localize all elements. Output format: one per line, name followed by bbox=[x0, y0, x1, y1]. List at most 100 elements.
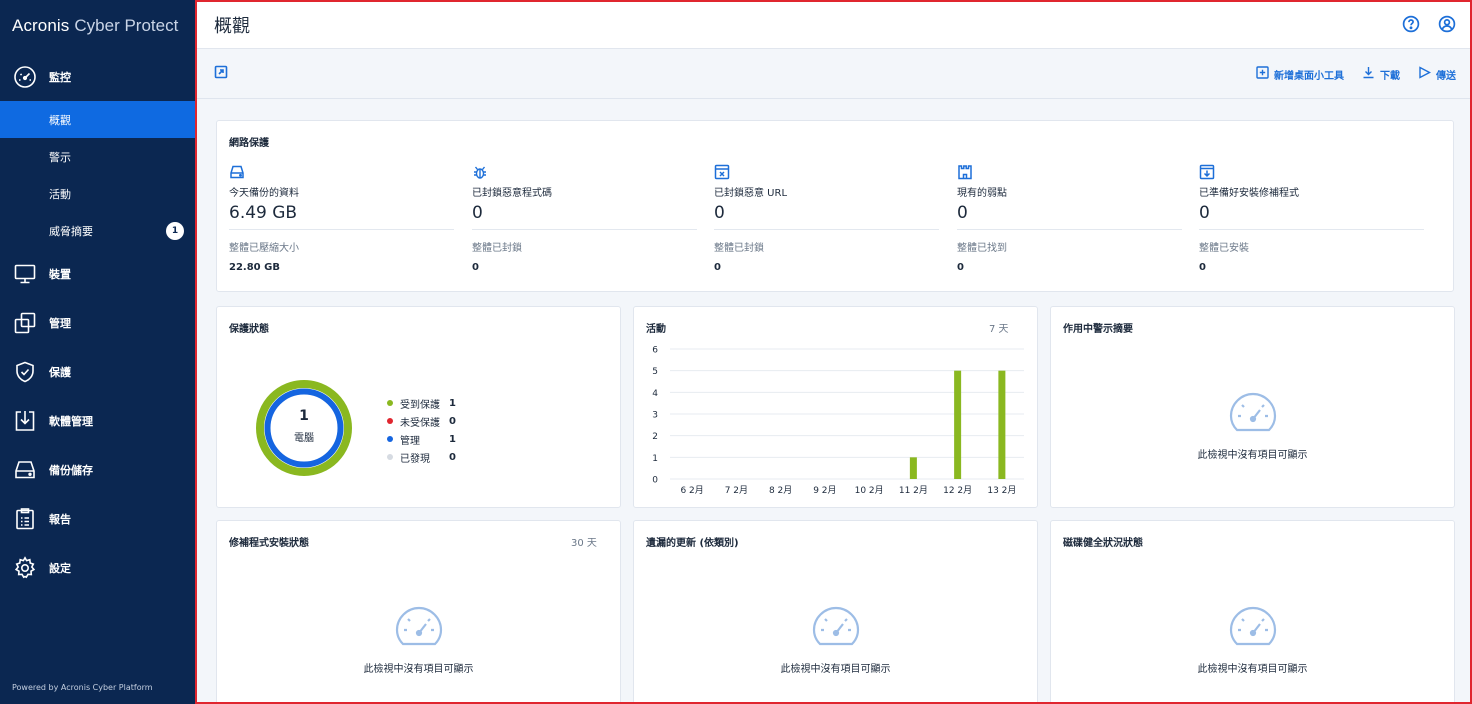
empty-text: 此檢視中沒有項目可顯示 bbox=[363, 664, 474, 675]
account-icon[interactable] bbox=[1438, 15, 1456, 37]
empty-state: 此檢視中沒有項目可顯示 bbox=[634, 606, 1037, 675]
nav-settings[interactable]: 設定 bbox=[0, 543, 195, 592]
help-icon[interactable] bbox=[1402, 15, 1420, 37]
legend-value: 1 bbox=[449, 397, 456, 409]
nav-backup-label: 備份儲存 bbox=[49, 463, 93, 477]
nav-management[interactable]: 管理 bbox=[0, 298, 195, 347]
nav-monitoring[interactable]: 監控 bbox=[0, 52, 195, 101]
x-tick-label: 10 2月 bbox=[855, 485, 884, 496]
nav-software-management[interactable]: 軟體管理 bbox=[0, 396, 195, 445]
stat-subvalue: 0 bbox=[714, 262, 721, 273]
y-tick-label: 5 bbox=[652, 367, 658, 377]
add-widget-button[interactable]: 新增桌面小工具 bbox=[1256, 66, 1344, 82]
activity-bar[interactable] bbox=[909, 457, 917, 479]
top-bar: 概觀 bbox=[197, 2, 1470, 49]
divider bbox=[229, 229, 454, 230]
donut-center-value: 1 bbox=[299, 408, 309, 424]
stat-value: 6.49 GB bbox=[229, 203, 298, 223]
nav-backup-storage[interactable]: 備份儲存 bbox=[0, 445, 195, 494]
protection-donut[interactable] bbox=[254, 376, 354, 480]
blocked-url-icon bbox=[714, 164, 939, 181]
patch-status-widget: 修補程式安裝狀態 30 天 此檢視中沒有項目可顯示 bbox=[216, 520, 621, 702]
stat-blocked-malware: 已封鎖惡意程式碼 0 整體已封鎖 0 bbox=[472, 164, 697, 273]
nav-software-label: 軟體管理 bbox=[49, 414, 93, 428]
storage-icon bbox=[12, 457, 38, 483]
legend-value: 1 bbox=[449, 433, 456, 445]
send-button[interactable]: 傳送 bbox=[1418, 66, 1456, 82]
sidebar-item-threat-feed[interactable]: 威脅摘要 1 bbox=[0, 212, 195, 249]
legend-dot bbox=[387, 436, 393, 442]
x-tick-label: 7 2月 bbox=[725, 485, 748, 496]
protection-legend: 受到保護 1 未受保護 0 管理 1 已發現 0 bbox=[387, 394, 456, 466]
empty-gauge-icon bbox=[812, 606, 860, 654]
nav-devices[interactable]: 裝置 bbox=[0, 249, 195, 298]
divider bbox=[472, 229, 697, 230]
empty-gauge-icon bbox=[1229, 392, 1277, 440]
x-tick-label: 9 2月 bbox=[813, 485, 836, 496]
empty-state: 此檢視中沒有項目可顯示 bbox=[217, 606, 620, 675]
fullscreen-icon[interactable] bbox=[214, 64, 228, 83]
legend-item-unprotected[interactable]: 未受保護 0 bbox=[387, 412, 456, 430]
nav-protection[interactable]: 保護 bbox=[0, 347, 195, 396]
gear-icon bbox=[12, 555, 38, 581]
active-alerts-title: 作用中警示摘要 bbox=[1063, 324, 1133, 335]
x-tick-label: 6 2月 bbox=[680, 485, 703, 496]
nav-reports-label: 報告 bbox=[49, 512, 71, 526]
divider bbox=[957, 229, 1182, 230]
stat-backed-up-today: 今天備份的資料 6.49 GB 整體已壓縮大小 22.80 GB bbox=[229, 164, 454, 273]
protection-status-widget: 保護狀態 1 電腦 受到保護 1 未受保護 0 管理 1 已發現 0 bbox=[216, 306, 621, 508]
download-button[interactable]: 下載 bbox=[1362, 66, 1400, 82]
brand-logo[interactable]: Acronis Cyber Protect bbox=[0, 0, 195, 52]
legend-dot bbox=[387, 400, 393, 406]
legend-item-managed[interactable]: 管理 1 bbox=[387, 430, 456, 448]
dashboard-toolbar: 新增桌面小工具 下載 傳送 bbox=[197, 49, 1470, 99]
castle-icon bbox=[957, 164, 1182, 181]
software-icon bbox=[12, 408, 38, 434]
activity-bar[interactable] bbox=[998, 370, 1006, 479]
stat-sublabel: 整體已找到 bbox=[957, 243, 1007, 254]
manage-icon bbox=[12, 310, 38, 336]
stat-subvalue: 0 bbox=[1199, 262, 1206, 273]
active-alerts-widget: 作用中警示摘要 此檢視中沒有項目可顯示 bbox=[1050, 306, 1455, 508]
brand-primary: Acronis bbox=[12, 16, 70, 35]
sidebar: Acronis Cyber Protect 監控 概觀 警示 活動 威脅摘要 1… bbox=[0, 0, 195, 704]
legend-item-discovered[interactable]: 已發現 0 bbox=[387, 448, 456, 466]
send-label: 傳送 bbox=[1436, 70, 1456, 82]
sidebar-item-overview[interactable]: 概觀 bbox=[0, 101, 195, 138]
drive-icon bbox=[229, 164, 454, 181]
report-icon bbox=[12, 506, 38, 532]
y-tick-label: 4 bbox=[652, 389, 658, 399]
nav-monitoring-label: 監控 bbox=[49, 70, 71, 84]
missing-updates-title: 遺漏的更新 (依類別) bbox=[646, 538, 739, 549]
stat-label: 已準備好安裝修補程式 bbox=[1199, 188, 1299, 199]
stat-vulnerabilities: 現有的弱點 0 整體已找到 0 bbox=[957, 164, 1182, 273]
stat-label: 現有的弱點 bbox=[957, 188, 1007, 199]
patch-status-title: 修補程式安裝狀態 bbox=[229, 538, 309, 549]
y-tick-label: 0 bbox=[652, 476, 658, 486]
sidebar-item-threat-feed-label: 威脅摘要 bbox=[49, 224, 93, 238]
stat-value: 0 bbox=[957, 203, 968, 223]
sidebar-item-activities[interactable]: 活動 bbox=[0, 175, 195, 212]
send-icon bbox=[1418, 66, 1432, 82]
y-tick-label: 2 bbox=[652, 432, 658, 442]
legend-label: 管理 bbox=[400, 435, 420, 447]
divider bbox=[714, 229, 939, 230]
activity-bar[interactable] bbox=[954, 370, 962, 479]
stat-value: 0 bbox=[472, 203, 483, 223]
nav-reports[interactable]: 報告 bbox=[0, 494, 195, 543]
sidebar-item-alerts-label: 警示 bbox=[49, 150, 71, 164]
sidebar-item-alerts[interactable]: 警示 bbox=[0, 138, 195, 175]
donut-center-label: 電腦 bbox=[294, 433, 314, 444]
patch-status-range[interactable]: 30 天 bbox=[571, 534, 597, 549]
stat-subvalue: 0 bbox=[472, 262, 479, 273]
brand-secondary: Cyber Protect bbox=[74, 16, 179, 35]
stat-label: 已封鎖惡意 URL bbox=[714, 188, 788, 199]
monitor-icon bbox=[12, 261, 38, 287]
activities-chart: 0 1 2 3 4 5 6 6 2月 7 2月 8 2月 9 2月 10 2月 11 2月 12 2月 13… bbox=[652, 346, 1024, 496]
y-tick-label: 6 bbox=[652, 346, 658, 356]
threat-count-badge: 1 bbox=[166, 222, 184, 240]
legend-item-protected[interactable]: 受到保護 1 bbox=[387, 394, 456, 412]
protection-status-title: 保護狀態 bbox=[229, 324, 269, 335]
empty-gauge-icon bbox=[1229, 606, 1277, 654]
plus-square-icon bbox=[1256, 66, 1269, 82]
